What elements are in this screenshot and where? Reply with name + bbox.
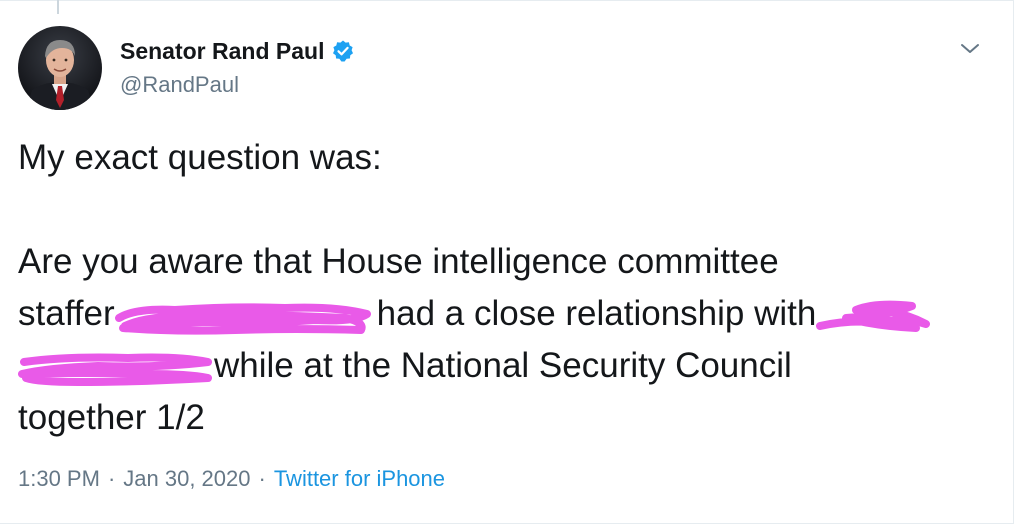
tweet-line-3: Are you aware that House intelligence co… xyxy=(18,236,998,288)
tweet-line-5: while at the National Security Council xyxy=(18,340,998,392)
tweet-body: My exact question was: Are you aware tha… xyxy=(18,132,998,444)
tweet-date[interactable]: Jan 30, 2020 xyxy=(123,466,250,491)
tweet-text-segment: had a close relationship with xyxy=(376,294,817,333)
display-name[interactable]: Senator Rand Paul xyxy=(120,38,324,65)
author-name-row: Senator Rand Paul xyxy=(120,38,355,64)
tweet-text-segment: while at the National Security Council xyxy=(214,346,792,385)
tweet-line-4: staffer had a close relationship with xyxy=(18,288,998,340)
meta-separator: · xyxy=(107,466,116,491)
avatar[interactable] xyxy=(18,26,102,110)
redaction-scribble xyxy=(816,296,932,336)
redaction-scribble xyxy=(18,348,214,388)
tweet-text-segment: staffer xyxy=(18,294,115,333)
thread-connector-line xyxy=(57,0,59,14)
verified-badge-icon xyxy=(331,39,355,63)
tweet-meta: 1:30 PM · Jan 30, 2020 · Twitter for iPhone xyxy=(18,466,445,492)
redaction-scribble xyxy=(114,296,377,336)
author-handle[interactable]: @RandPaul xyxy=(120,72,239,98)
tweet-text-segment: My exact question was: xyxy=(18,138,382,177)
tweet-text-segment: together 1/2 xyxy=(18,398,205,437)
chevron-down-icon[interactable] xyxy=(956,34,984,62)
tweet-time[interactable]: 1:30 PM xyxy=(18,466,100,491)
tweet-source-link[interactable]: Twitter for iPhone xyxy=(274,466,445,491)
tweet-line-1: My exact question was: xyxy=(18,132,998,184)
tweet-line-6: together 1/2 xyxy=(18,392,998,444)
meta-separator: · xyxy=(258,466,266,491)
tweet-text-segment: Are you aware that House intelligence co… xyxy=(18,242,779,281)
